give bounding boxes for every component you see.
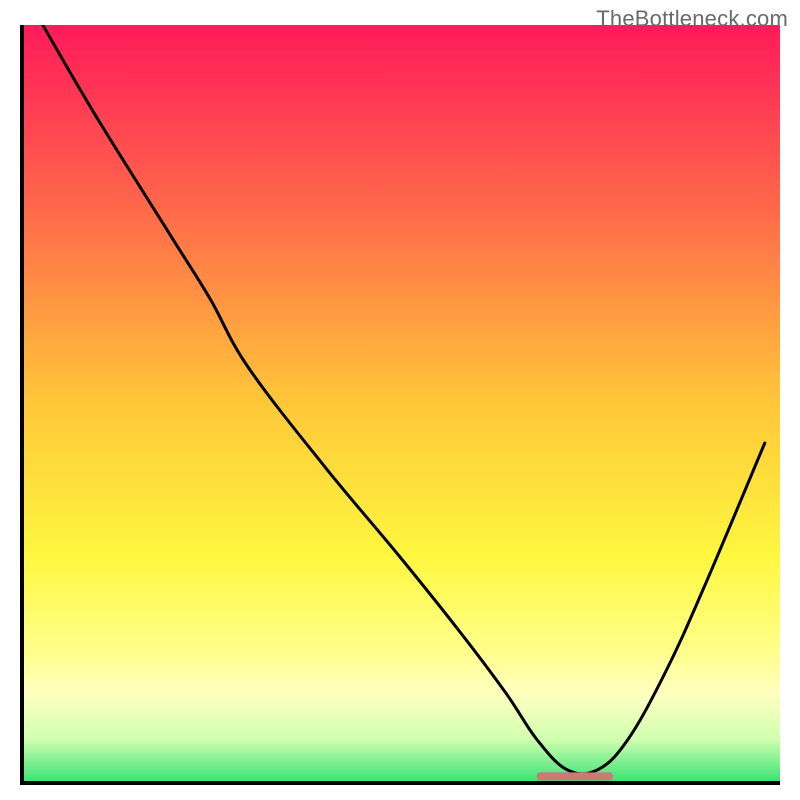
x-axis	[20, 781, 780, 785]
bottleneck-chart	[20, 25, 780, 785]
y-axis	[20, 25, 24, 785]
optimum-range-marker	[537, 772, 613, 780]
watermark-text: TheBottleneck.com	[596, 6, 788, 32]
chart-svg	[20, 25, 780, 785]
